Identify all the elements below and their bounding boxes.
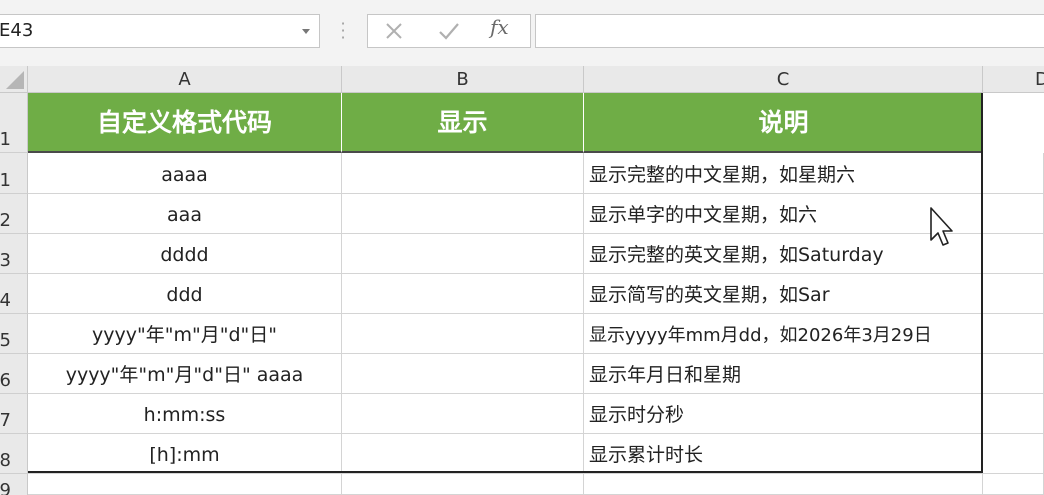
display-cell[interactable]	[342, 153, 584, 194]
row-header[interactable]: 34	[0, 274, 28, 314]
row-number: 36	[0, 370, 11, 391]
display-cell[interactable]	[342, 354, 584, 394]
empty-cell[interactable]	[983, 434, 1044, 474]
desc-cell[interactable]: 显示时分秒	[584, 394, 983, 434]
close-icon	[386, 23, 402, 39]
name-box[interactable]: E43	[0, 14, 320, 48]
row-number: 39	[0, 480, 11, 495]
code-cell[interactable]: yyyy"年"m"月"d"日" aaaa	[28, 354, 342, 394]
code-cell[interactable]: [h]:mm	[28, 434, 342, 474]
empty-cell[interactable]	[342, 474, 584, 495]
empty-cell[interactable]	[983, 394, 1044, 434]
empty-cell[interactable]	[983, 354, 1044, 394]
row-number: 33	[0, 250, 11, 271]
formula-bar-area: E43 · · · fx	[0, 0, 1044, 66]
empty-cell[interactable]	[983, 274, 1044, 314]
table-header-desc[interactable]: 说明	[584, 93, 983, 153]
desc-cell[interactable]: 显示简写的英文星期，如Sar	[584, 274, 983, 314]
code-cell[interactable]: dddd	[28, 234, 342, 274]
row-number: 1	[0, 129, 11, 150]
row-header[interactable]: 33	[0, 234, 28, 274]
row-header[interactable]: 1	[0, 93, 28, 153]
code-cell[interactable]: aaaa	[28, 153, 342, 194]
row-header[interactable]: 39	[0, 474, 28, 495]
row-number: 38	[0, 450, 11, 471]
select-all-button[interactable]	[0, 66, 28, 92]
row-header[interactable]: 38	[0, 434, 28, 474]
empty-cell[interactable]	[983, 234, 1044, 274]
mouse-pointer-icon	[930, 207, 953, 246]
display-cell[interactable]	[342, 434, 584, 474]
row-number: 34	[0, 290, 11, 311]
row-number: 31	[0, 170, 11, 191]
column-header-d[interactable]: D	[983, 66, 1044, 92]
desc-cell[interactable]: 显示累计时长	[584, 434, 983, 474]
row-header[interactable]: 32	[0, 194, 28, 234]
display-cell[interactable]	[342, 274, 584, 314]
column-header-b[interactable]: B	[342, 66, 584, 92]
column-headers: A B C D	[0, 66, 1044, 93]
empty-cell[interactable]	[584, 474, 983, 495]
table-header-display[interactable]: 显示	[342, 93, 584, 153]
empty-cell[interactable]	[983, 153, 1044, 194]
cancel-button[interactable]	[372, 15, 416, 47]
enter-button[interactable]	[426, 15, 470, 47]
name-box-value: E43	[0, 20, 34, 41]
empty-cell[interactable]	[983, 474, 1044, 495]
chevron-down-icon[interactable]	[302, 29, 310, 34]
desc-cell[interactable]: 显示完整的中文星期，如星期六	[584, 153, 983, 194]
insert-function-button[interactable]: fx	[490, 15, 509, 39]
desc-cell[interactable]: 显示单字的中文星期，如六	[584, 194, 983, 234]
code-cell[interactable]: ddd	[28, 274, 342, 314]
table-header-code[interactable]: 自定义格式代码	[28, 93, 342, 153]
drag-handle-icon[interactable]: · · ·	[340, 16, 346, 46]
row-number: 35	[0, 330, 11, 351]
desc-cell[interactable]: 显示完整的英文星期，如Saturday	[584, 234, 983, 274]
display-cell[interactable]	[342, 314, 584, 354]
column-header-a[interactable]: A	[28, 66, 342, 92]
check-icon	[439, 23, 459, 40]
row-header[interactable]: 37	[0, 394, 28, 434]
empty-cell[interactable]	[983, 194, 1044, 234]
row-number: 37	[0, 410, 11, 431]
row-number: 32	[0, 210, 11, 231]
code-cell[interactable]: h:mm:ss	[28, 394, 342, 434]
empty-cell[interactable]	[28, 474, 342, 495]
code-cell[interactable]: yyyy"年"m"月"d"日"	[28, 314, 342, 354]
code-cell[interactable]: aaa	[28, 194, 342, 234]
display-cell[interactable]	[342, 394, 584, 434]
empty-cell[interactable]	[983, 314, 1044, 354]
display-cell[interactable]	[342, 234, 584, 274]
desc-cell[interactable]: 显示年月日和星期	[584, 354, 983, 394]
row-header[interactable]: 31	[0, 153, 28, 194]
column-header-c[interactable]: C	[584, 66, 983, 92]
row-header[interactable]: 36	[0, 354, 28, 394]
desc-cell[interactable]: 显示yyyy年mm月dd，如2026年3月29日	[584, 314, 983, 354]
display-cell[interactable]	[342, 194, 584, 234]
formula-input[interactable]	[535, 14, 1044, 48]
row-header[interactable]: 35	[0, 314, 28, 354]
